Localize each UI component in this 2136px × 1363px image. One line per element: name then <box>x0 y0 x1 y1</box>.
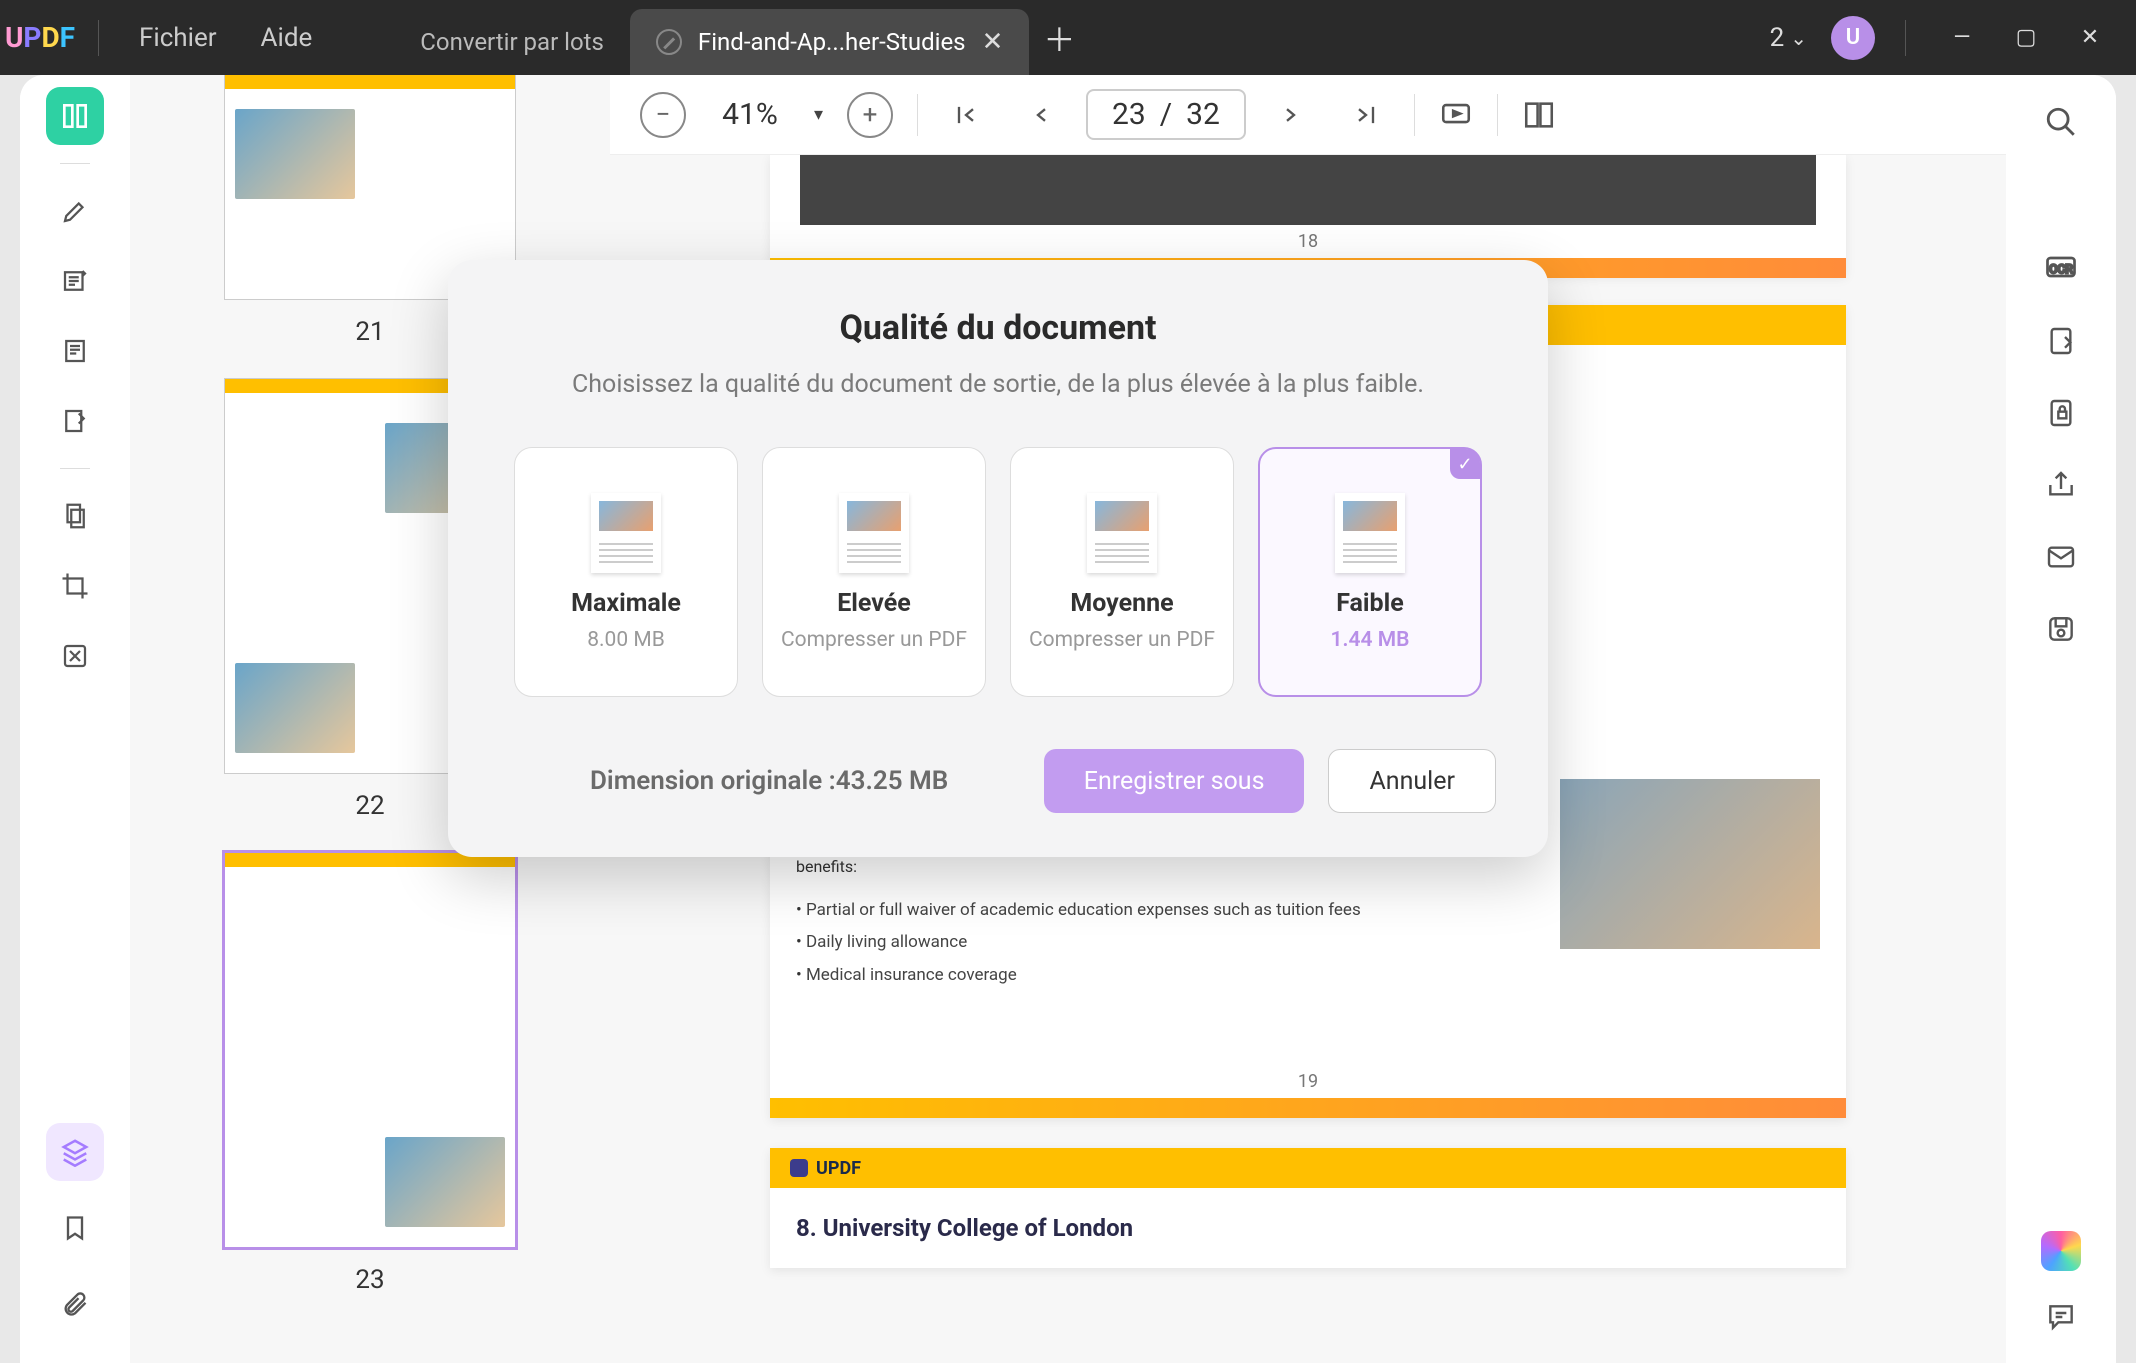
quality-preview-icon <box>839 493 909 573</box>
modal-footer: Dimension originale :43.25 MB Enregistre… <box>500 749 1496 813</box>
original-size-label: Dimension originale :43.25 MB <box>500 766 948 796</box>
cancel-button[interactable]: Annuler <box>1328 749 1496 813</box>
selected-check-icon: ✓ <box>1450 449 1480 479</box>
quality-size: 8.00 MB <box>587 628 665 652</box>
quality-label: Moyenne <box>1070 589 1173 618</box>
quality-option-maximum[interactable]: Maximale 8.00 MB <box>514 447 738 697</box>
quality-options: Maximale 8.00 MB Elevée Compresser un PD… <box>500 447 1496 697</box>
quality-option-high[interactable]: Elevée Compresser un PDF <box>762 447 986 697</box>
quality-sub: Compresser un PDF <box>781 628 967 652</box>
modal-subtitle: Choisissez la qualité du document de sor… <box>500 370 1496 399</box>
quality-label: Maximale <box>571 589 681 618</box>
quality-label: Faible <box>1336 589 1403 618</box>
modal-overlay: Qualité du document Choisissez la qualit… <box>0 0 2136 1363</box>
quality-option-low[interactable]: ✓ Faible 1.44 MB <box>1258 447 1482 697</box>
quality-sub: Compresser un PDF <box>1029 628 1215 652</box>
quality-label: Elevée <box>837 589 911 618</box>
modal-title: Qualité du document <box>500 308 1496 348</box>
quality-preview-icon <box>591 493 661 573</box>
save-as-button[interactable]: Enregistrer sous <box>1044 749 1305 813</box>
quality-preview-icon <box>1335 493 1405 573</box>
quality-option-medium[interactable]: Moyenne Compresser un PDF <box>1010 447 1234 697</box>
quality-preview-icon <box>1087 493 1157 573</box>
document-quality-modal: Qualité du document Choisissez la qualit… <box>448 260 1548 857</box>
quality-size: 1.44 MB <box>1331 628 1410 652</box>
